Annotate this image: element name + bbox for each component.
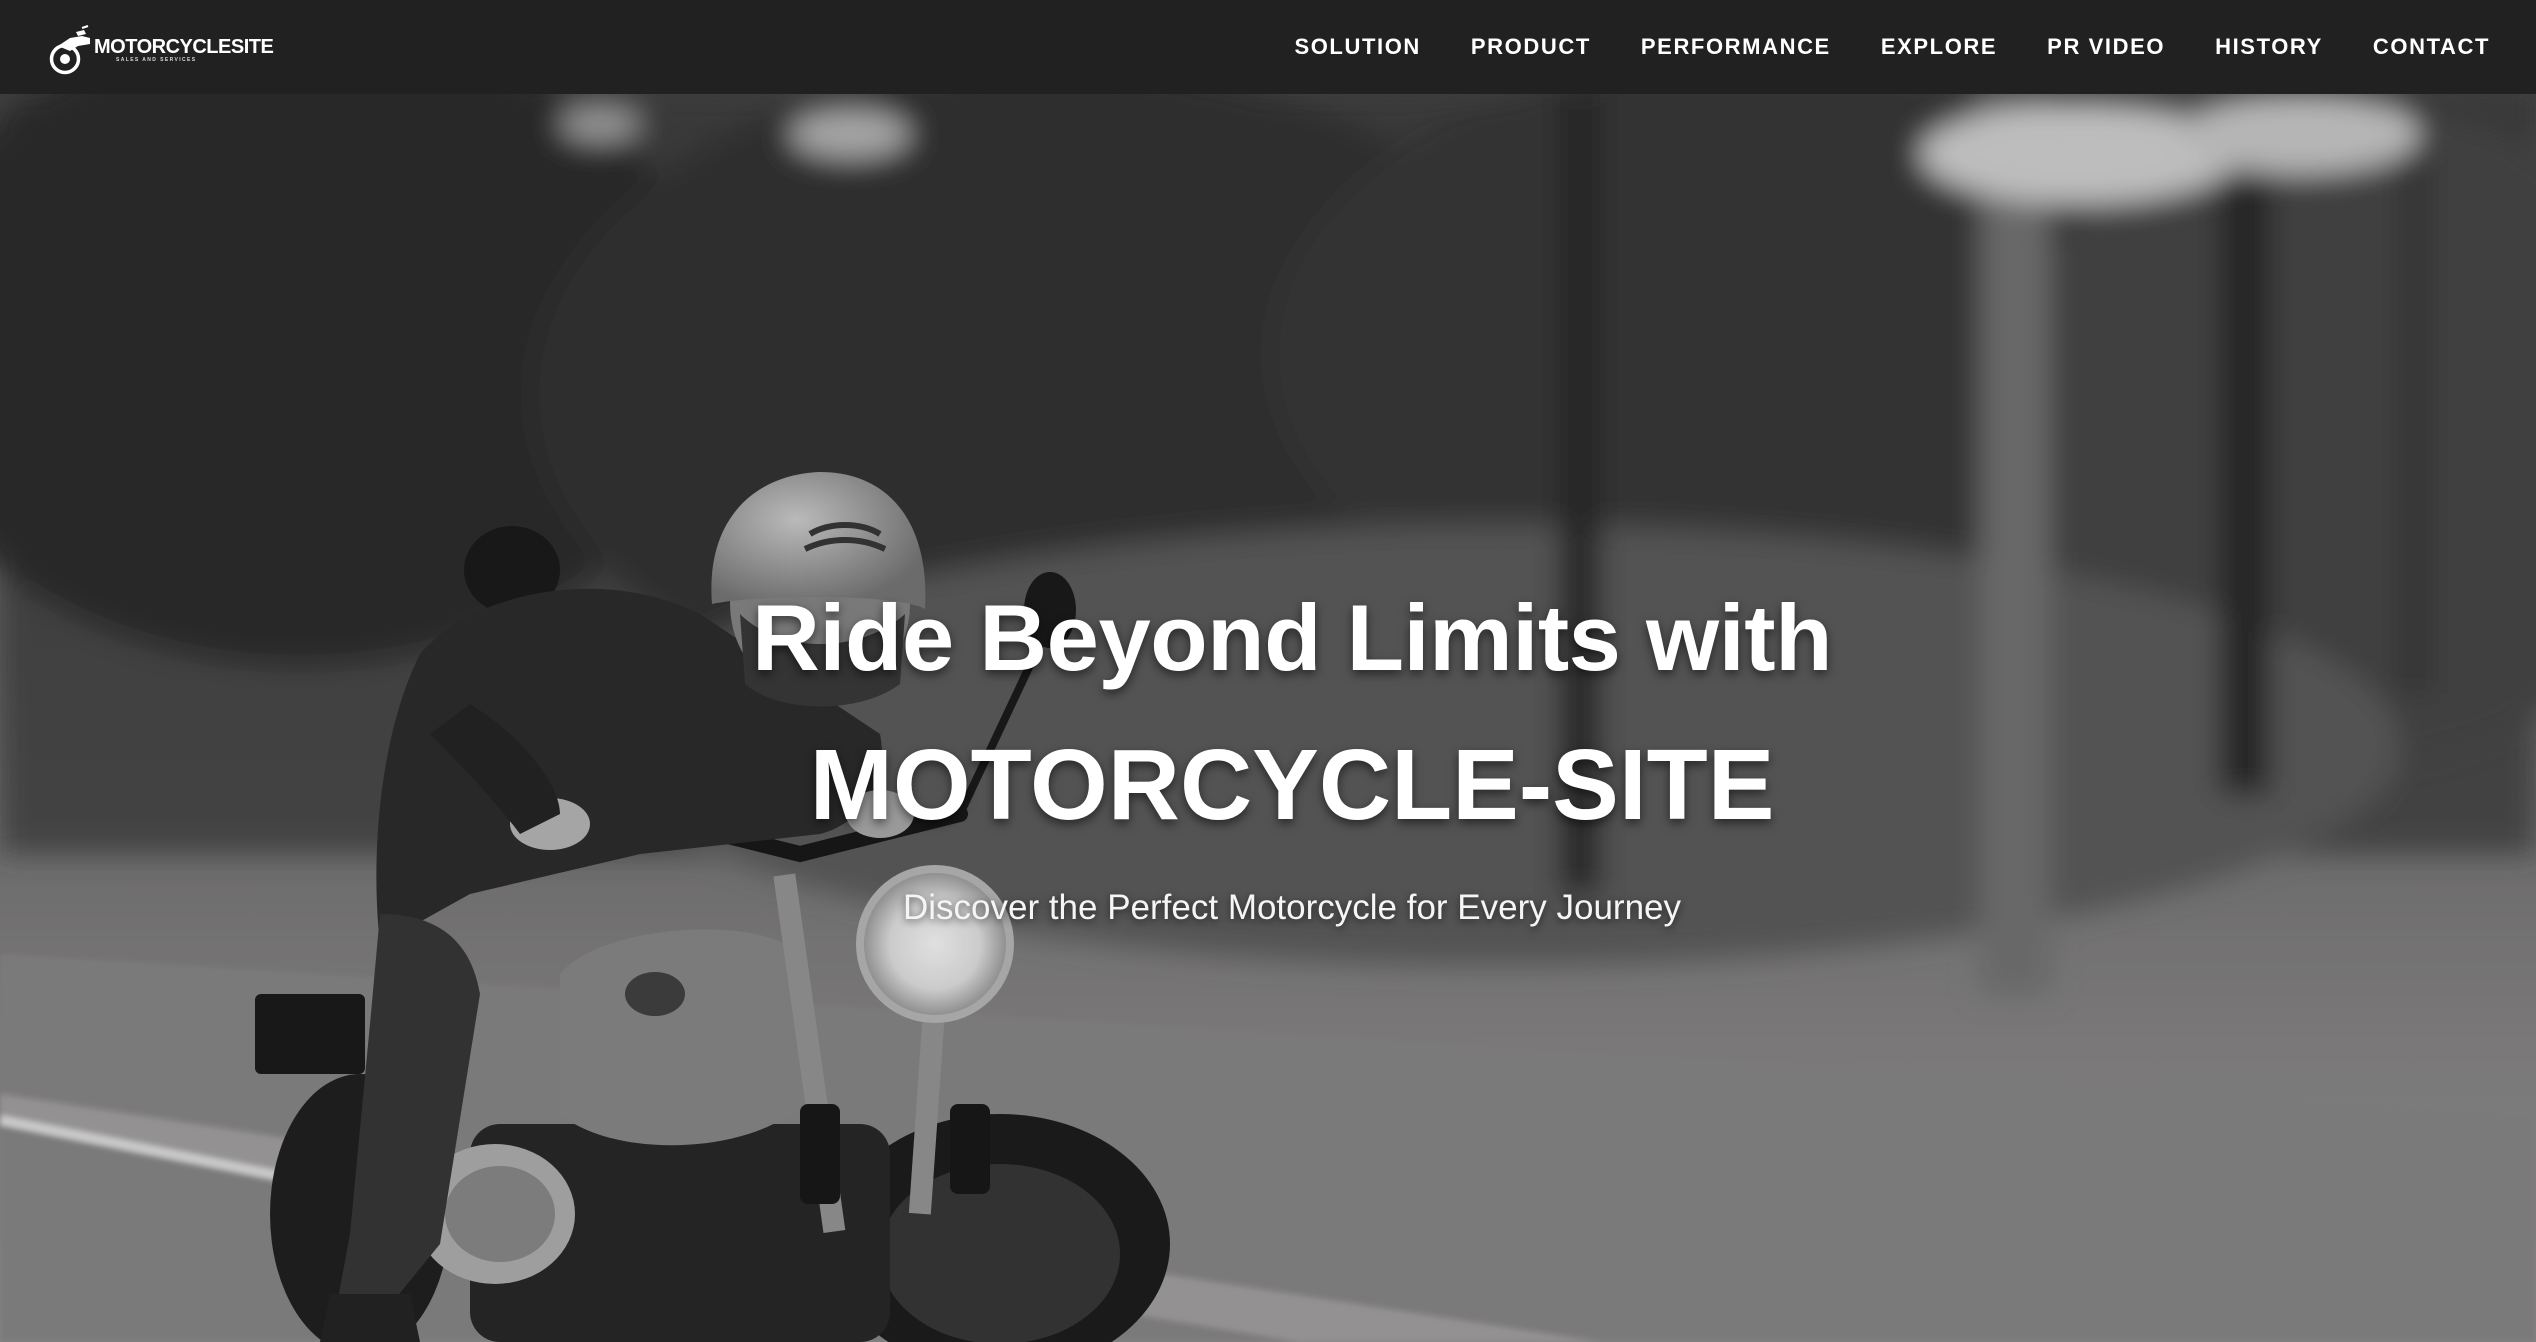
- hero-title-line2: MOTORCYCLE-SITE: [809, 729, 1775, 841]
- logo-name: MOTORCYCLESITE: [94, 35, 274, 58]
- nav-performance[interactable]: PERFORMANCE: [1641, 34, 1831, 60]
- nav-pr-video[interactable]: PR VIDEO: [2047, 34, 2165, 60]
- main-nav: SOLUTION PRODUCT PERFORMANCE EXPLORE PR …: [1244, 0, 2490, 94]
- hero-subtitle: Discover the Perfect Motorcycle for Ever…: [902, 888, 1682, 927]
- logo[interactable]: MOTORCYCLESITE SALES AND SERVICES: [48, 0, 274, 94]
- hero-content: Ride Beyond Limits with MOTORCYCLE-SITE …: [0, 94, 2536, 1342]
- site-header: MOTORCYCLESITE SALES AND SERVICES SOLUTI…: [0, 0, 2536, 94]
- nav-explore[interactable]: EXPLORE: [1881, 34, 1997, 60]
- nav-contact[interactable]: CONTACT: [2373, 34, 2490, 60]
- page: MOTORCYCLESITE SALES AND SERVICES SOLUTI…: [0, 0, 2536, 1342]
- logo-text: MOTORCYCLESITE SALES AND SERVICES: [94, 35, 274, 64]
- logo-tagline: SALES AND SERVICES: [116, 56, 197, 63]
- motorcycle-logo-icon: [49, 25, 90, 75]
- hero-section: Ride Beyond Limits with MOTORCYCLE-SITE …: [0, 94, 2536, 1342]
- nav-solution[interactable]: SOLUTION: [1294, 34, 1420, 60]
- nav-product[interactable]: PRODUCT: [1471, 34, 1591, 60]
- hero-title-line1: Ride Beyond Limits with: [751, 585, 1833, 690]
- nav-history[interactable]: HISTORY: [2215, 34, 2323, 60]
